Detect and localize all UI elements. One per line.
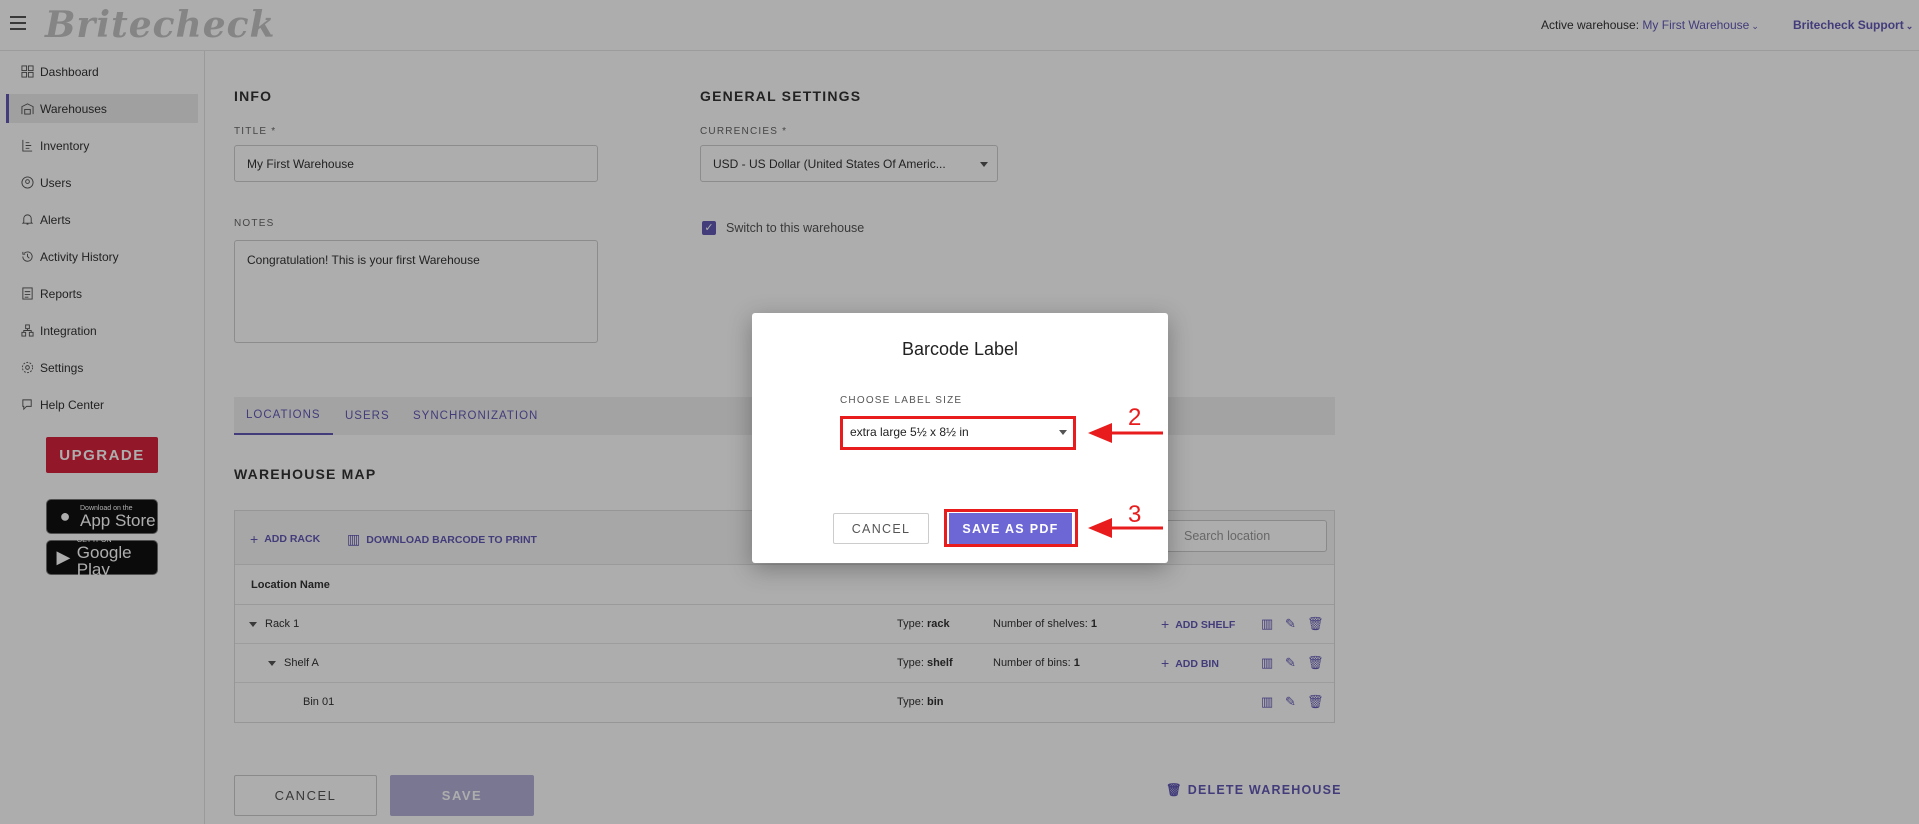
annotation-arrow-2 bbox=[1088, 423, 1163, 443]
dialog-cancel-button[interactable]: CANCEL bbox=[833, 513, 929, 544]
label-size-label: CHOOSE LABEL SIZE bbox=[840, 395, 963, 406]
highlight-box-save bbox=[944, 509, 1078, 547]
annotation-arrow-3 bbox=[1088, 518, 1163, 538]
highlight-box-select bbox=[840, 416, 1076, 450]
dialog-title: Barcode Label bbox=[901, 339, 1019, 359]
